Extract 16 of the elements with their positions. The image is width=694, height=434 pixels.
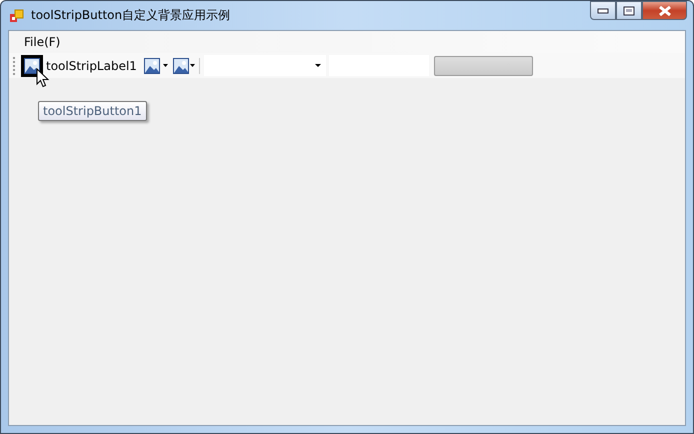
maximize-icon	[623, 6, 635, 16]
tooltip: toolStripButton1	[38, 101, 147, 121]
toolbar-label: toolStripLabel1	[46, 58, 137, 72]
close-icon	[658, 6, 672, 16]
grip-icon[interactable]	[13, 56, 16, 74]
split-button[interactable]	[144, 58, 170, 74]
minimize-button[interactable]	[590, 1, 616, 20]
menu-item[interactable]: File(F)	[17, 33, 68, 51]
window-title: toolStripButton自定义背景应用示例	[31, 7, 230, 24]
minimize-icon	[597, 8, 609, 14]
caret-icon	[162, 64, 168, 67]
caret-icon	[190, 64, 195, 67]
app-icon	[9, 8, 25, 24]
close-button[interactable]	[642, 1, 687, 20]
maximize-button[interactable]	[616, 1, 642, 20]
dropdown-button[interactable]	[172, 58, 195, 74]
